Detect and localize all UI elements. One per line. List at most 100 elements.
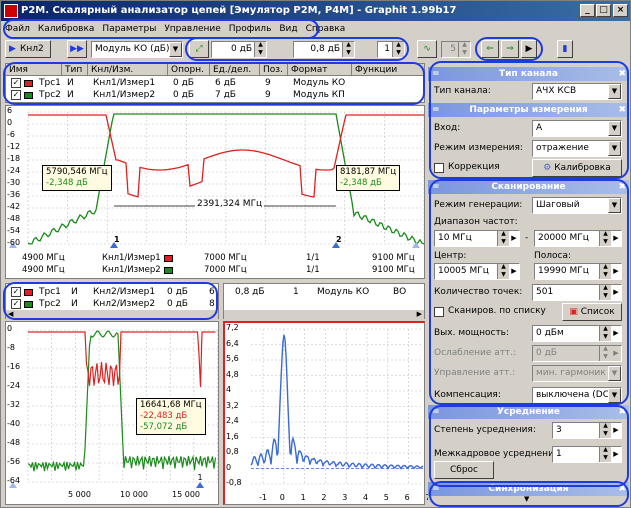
trace-num-field[interactable]: 1 ▲ ▼	[377, 41, 405, 58]
calibration-button[interactable]: ⚙ Калибровка	[532, 159, 622, 177]
bl-scrollbar[interactable]: ◀	[6, 310, 218, 319]
correction-checkbox[interactable]	[434, 163, 444, 173]
list-button[interactable]: ▣ Список	[562, 303, 622, 321]
arrow-right-icon[interactable]: ▶	[611, 346, 621, 361]
chevron-down-icon[interactable]: ▼	[608, 121, 621, 136]
frame-avg-spinner[interactable]: ▲ ▼	[599, 447, 611, 462]
col-channel[interactable]: Кнл/Изм.	[88, 64, 168, 76]
att-control-select[interactable]: мин. гармоник ▼	[532, 365, 622, 382]
trace1-color[interactable]	[24, 80, 33, 87]
average-spinner[interactable]: ▲ ▼	[458, 42, 470, 57]
section-header-sync[interactable]: = Синхронизация ✖	[428, 482, 629, 496]
points-field[interactable]: 501 ▲ ▼ ▶	[532, 284, 622, 301]
section-header-scan[interactable]: = Сканирование ✖	[428, 180, 629, 194]
col-ref[interactable]: Опорн.	[168, 64, 210, 76]
arrow-right-icon[interactable]: ▶	[509, 231, 519, 246]
col-div[interactable]: Ед./дел.	[210, 64, 260, 76]
maximize-button[interactable]: □	[596, 4, 611, 17]
bl-trace1-color[interactable]	[24, 289, 33, 296]
arrow-right-icon[interactable]: ▶	[611, 326, 621, 341]
frame-avg-field[interactable]: 1 ▲ ▼ ▶	[552, 446, 622, 463]
scroll-right-icon[interactable]: ▶	[417, 310, 422, 318]
average-field[interactable]: 5 ▲ ▼	[441, 41, 471, 58]
input-select[interactable]: A ▼	[532, 120, 622, 137]
scale-spinner[interactable]: ▲ ▼	[342, 42, 354, 57]
freq-from-spinner[interactable]: ▲ ▼	[497, 231, 509, 246]
power-spinner[interactable]: ▲ ▼	[599, 326, 611, 341]
section-header-channel-type[interactable]: = Тип канала ✖	[428, 67, 629, 81]
bl-marker-readout[interactable]: 16641,68 МГц -22,483 дБ -57,072 дБ	[136, 398, 206, 435]
menu-calibration[interactable]: Калибровка	[34, 21, 99, 37]
points-spinner[interactable]: ▲ ▼	[599, 285, 611, 300]
plot-bottom-right[interactable]: 7,2 6,4 5,6 4,8 4 3,2 2,4 1,6 0,8 0 -0,8 -1 0 1 2 3 4 5 6…	[223, 321, 430, 505]
list-scan-checkbox[interactable]	[434, 307, 444, 317]
arrow-right-icon[interactable]: ▶	[611, 264, 621, 279]
bl-trace1-checkbox[interactable]: ✓	[11, 287, 21, 297]
power-field[interactable]: 0 дБм ▲ ▼ ▶	[532, 325, 622, 342]
bl-trace2-checkbox[interactable]: ✓	[11, 299, 21, 309]
marker-menu-button[interactable]: ▶	[521, 40, 537, 58]
menu-params[interactable]: Параметры	[98, 21, 160, 37]
expand-down-icon[interactable]: ▼	[524, 495, 529, 503]
chevron-down-icon[interactable]: ▼	[608, 366, 621, 381]
next-channel-button[interactable]: ▶▶	[67, 40, 87, 58]
close-icon[interactable]: ✖	[618, 180, 626, 194]
menu-control[interactable]: Управление	[160, 21, 224, 37]
arrow-right-icon[interactable]: ▶	[509, 264, 519, 279]
arrow-right-icon[interactable]: ▶	[611, 285, 621, 300]
marker2-readout[interactable]: 8181,87 МГц -2,348 дБ	[336, 165, 401, 191]
plot-bottom-left[interactable]: 1 0 -8 -16 -24 -32 -40 -48 -56 -64 5 000 10 000 15…	[5, 321, 219, 505]
chevron-down-icon[interactable]: ▼	[608, 198, 621, 213]
channel-button[interactable]: ▶ Кнл2	[5, 40, 51, 58]
col-type[interactable]: Тип	[62, 64, 88, 76]
panel-toggle-button[interactable]: ▮	[557, 40, 573, 58]
section-header-measure-params[interactable]: = Параметры измерения ✖	[428, 103, 629, 117]
br-scrollbar[interactable]: ▶	[224, 310, 424, 319]
trace-num-spinner[interactable]: ▲ ▼	[392, 42, 404, 57]
marker1-readout[interactable]: 5790,546 МГц -2,348 дБ	[42, 165, 112, 191]
minimize-button[interactable]: _	[580, 4, 595, 17]
ref-level-field[interactable]: 0 дБ ▲ ▼	[211, 41, 267, 58]
close-icon[interactable]: ✖	[618, 482, 626, 496]
bl-marker-triangle[interactable]	[196, 482, 204, 488]
autoscale-button[interactable]: ⤢	[189, 40, 209, 58]
section-header-averaging[interactable]: = Усреднение ✖	[428, 405, 629, 419]
measure-mode-select[interactable]: отражение ▼	[532, 140, 622, 157]
band-field[interactable]: 19990 МГц ▲ ▼ ▶	[534, 263, 622, 280]
freq-to-spinner[interactable]: ▲ ▼	[599, 231, 611, 246]
menu-help[interactable]: Справка	[302, 21, 350, 37]
att-field[interactable]: 0 дБ ▲ ▼ ▶	[532, 345, 622, 362]
close-button[interactable]: ×	[613, 4, 628, 17]
chevron-down-icon[interactable]: ▼	[608, 388, 621, 403]
menu-profile[interactable]: Профиль	[225, 21, 276, 37]
reset-button[interactable]: Сброс	[434, 461, 494, 479]
marker-prev-button[interactable]: ⇐	[481, 40, 499, 58]
chevron-down-icon[interactable]: ▼	[608, 141, 621, 156]
col-format[interactable]: Формат	[288, 64, 352, 76]
plot-top[interactable]: 1 2 6 0 -6 -12 -18 -24 -30 -36 -42 -48 -54 -60 5790…	[5, 105, 425, 279]
band-spinner[interactable]: ▲ ▼	[599, 264, 611, 279]
menu-file[interactable]: Файл	[1, 21, 34, 37]
stop-triangle[interactable]	[412, 242, 420, 248]
trace2-checkbox[interactable]: ✓	[11, 90, 21, 100]
avg-degree-field[interactable]: 3 ▲ ▼ ▶	[552, 422, 622, 439]
arrow-right-icon[interactable]: ▶	[611, 231, 621, 246]
center-field[interactable]: 10005 МГц ▲ ▼ ▶	[434, 263, 520, 280]
att-spinner[interactable]: ▲ ▼	[599, 346, 611, 361]
scroll-left-icon[interactable]: ◀	[6, 310, 13, 318]
close-icon[interactable]: ✖	[618, 405, 626, 419]
arrow-right-icon[interactable]: ▶	[611, 423, 621, 438]
close-icon[interactable]: ✖	[618, 67, 626, 81]
scale-field[interactable]: 0,8 дБ ▲ ▼	[293, 41, 355, 58]
freq-from-field[interactable]: 10 МГц ▲ ▼ ▶	[434, 230, 520, 247]
title-bar[interactable]: P2M. Скалярный анализатор цепей [Эмулято…	[1, 1, 630, 21]
freq-to-field[interactable]: 20000 МГц ▲ ▼ ▶	[534, 230, 622, 247]
ref-level-spinner[interactable]: ▲ ▼	[254, 42, 266, 57]
center-spinner[interactable]: ▲ ▼	[497, 264, 509, 279]
compensation-select[interactable]: выключена (DC) ▼	[532, 387, 622, 404]
menu-view[interactable]: Вид	[275, 21, 301, 37]
gen-mode-select[interactable]: Шаговый ▼	[532, 197, 622, 214]
avg-degree-spinner[interactable]: ▲ ▼	[599, 423, 611, 438]
chevron-down-icon[interactable]: ▼	[169, 42, 182, 57]
col-functions[interactable]: Функции	[352, 64, 425, 76]
